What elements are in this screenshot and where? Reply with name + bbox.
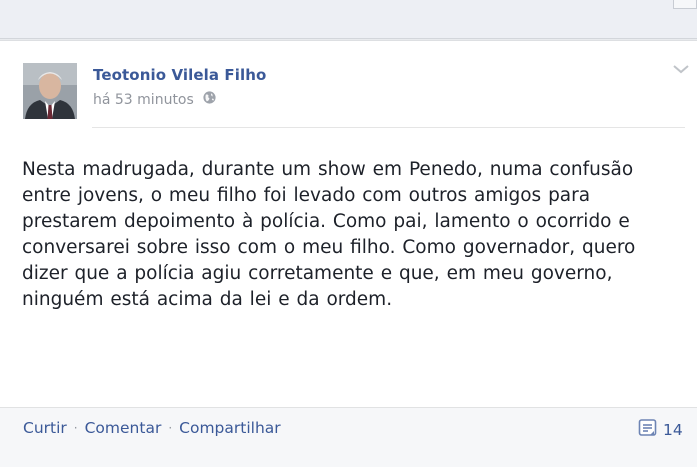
previous-post-edge [0, 0, 697, 39]
avatar[interactable] [23, 63, 77, 119]
post-text: Nesta madrugada, durante um show em Pene… [22, 159, 636, 310]
profile-photo [23, 63, 77, 119]
post-actions-bar: Curtir · Comentar · Compartilhar 14 [0, 407, 697, 467]
collapsed-corner-box [673, 0, 697, 9]
like-link[interactable]: Curtir [23, 419, 67, 437]
globe-icon [202, 90, 217, 109]
share-link[interactable]: Compartilhar [179, 419, 281, 437]
timestamp[interactable]: há 53 minutos [93, 92, 194, 108]
action-links: Curtir · Comentar · Compartilhar [23, 419, 281, 437]
post-meta: há 53 minutos [93, 90, 217, 109]
author-name[interactable]: Teotonio Vilela Filho [93, 66, 266, 84]
comment-count[interactable]: 14 [638, 418, 683, 442]
header-divider [92, 127, 685, 128]
comment-count-value: 14 [663, 421, 683, 439]
post-card: Teotonio Vilela Filho há 53 minutos Nest… [0, 40, 697, 467]
comment-count-icon [638, 418, 658, 442]
separator-dot: · [73, 421, 78, 435]
comment-link[interactable]: Comentar [85, 419, 162, 437]
chevron-down-icon[interactable] [671, 61, 691, 75]
separator-dot: · [168, 421, 173, 435]
